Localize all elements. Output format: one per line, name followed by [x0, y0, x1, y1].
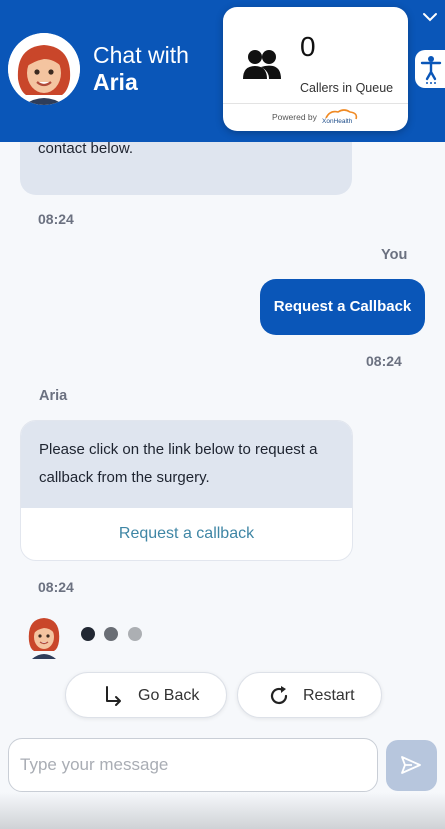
svg-text:XonHealth: XonHealth	[322, 118, 353, 125]
aria-avatar	[8, 33, 80, 105]
request-callback-link[interactable]: Request a callback	[21, 508, 352, 560]
sender-label-aria: Aria	[39, 388, 68, 404]
chevron-down-icon[interactable]	[421, 8, 439, 26]
go-back-label: Go Back	[138, 687, 200, 704]
aria-avatar-small	[24, 613, 64, 659]
xon-health-logo: XonHealth	[320, 108, 360, 126]
message-bubble-user: Request a Callback	[260, 279, 425, 335]
message-text: contact below.	[38, 142, 134, 157]
header-title: Chat with Aria	[93, 42, 189, 96]
typing-dot	[128, 627, 142, 641]
message-time: 08:24	[38, 211, 74, 227]
restart-label: Restart	[303, 687, 355, 704]
message-bubble-aria: contact below.	[20, 142, 352, 195]
chat-messages[interactable]: contact below. 08:24 You Request a Callb…	[0, 142, 445, 737]
go-back-button[interactable]: Go Back	[65, 672, 227, 718]
callback-card: Please click on the link below to reques…	[20, 420, 353, 561]
message-input[interactable]	[8, 738, 378, 792]
send-button[interactable]	[386, 740, 437, 791]
go-back-icon	[106, 686, 121, 706]
restart-button[interactable]: Restart	[237, 672, 382, 718]
queue-count: 0	[300, 31, 316, 62]
restart-icon	[270, 686, 288, 705]
typing-dot	[104, 627, 118, 641]
message-time: 08:24	[366, 353, 402, 369]
queue-label: Callers in Queue	[300, 81, 394, 95]
send-icon	[401, 756, 421, 774]
composer	[0, 737, 445, 829]
message-text: Please click on the link below to reques…	[21, 421, 352, 508]
typing-dot	[81, 627, 95, 641]
queue-card: 0 Callers in Queue Powered by XonHealth	[223, 7, 408, 131]
header-title-line1: Chat with	[93, 42, 189, 68]
sender-label-user: You	[381, 247, 408, 263]
accessibility-button[interactable]	[415, 50, 445, 88]
accessibility-icon	[420, 56, 442, 84]
divider	[223, 103, 408, 104]
powered-by-text: Powered by	[272, 112, 317, 122]
message-time: 08:24	[38, 579, 74, 595]
agent-name: Aria	[93, 69, 138, 95]
users-icon	[241, 45, 283, 85]
